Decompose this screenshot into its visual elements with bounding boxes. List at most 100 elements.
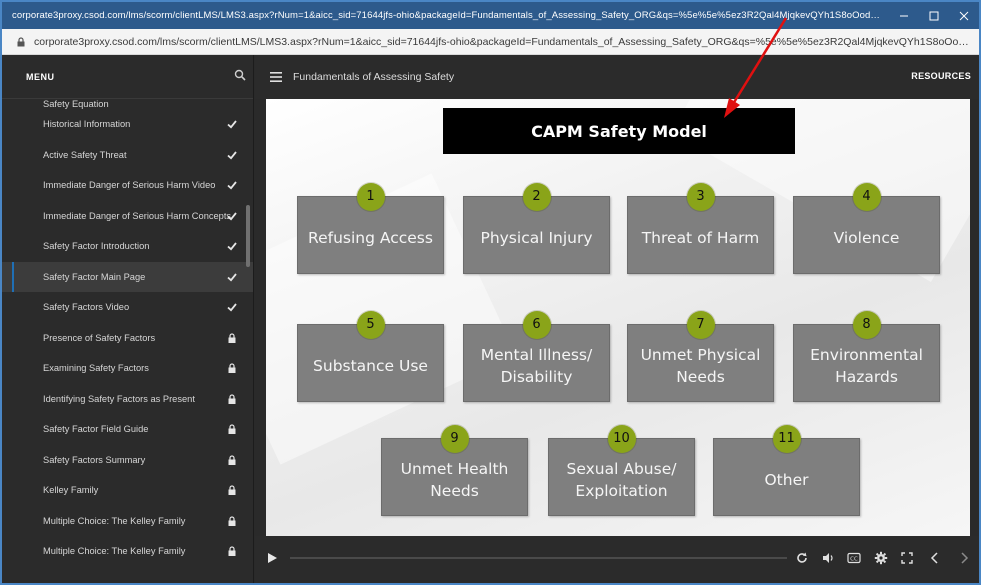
factor-number-badge: 7	[686, 311, 715, 339]
sidebar-header: MENU	[2, 55, 253, 99]
next-slide-icon[interactable]	[957, 551, 971, 565]
factor-number-badge: 11	[772, 425, 801, 453]
factor-number-badge: 1	[356, 183, 385, 211]
factor-label: Mental Illness/ Disability	[480, 346, 593, 386]
sidebar-item[interactable]: Examining Safety Factors	[2, 353, 253, 384]
factor-label: Other	[764, 471, 809, 489]
sidebar-item[interactable]: Active Safety Threat	[2, 140, 253, 171]
factor-label: Refusing Access	[308, 229, 433, 247]
safety-factor-card[interactable]: 10 Sexual Abuse/ Exploitation	[548, 425, 695, 516]
maximize-icon	[929, 11, 939, 20]
sidebar-item[interactable]: Immediate Danger of Serious Harm Concept…	[2, 201, 253, 232]
player-controls: CC	[255, 536, 979, 583]
checkmark-icon	[227, 151, 237, 160]
sidebar-item[interactable]: Immediate Danger of Serious Harm Video	[2, 170, 253, 201]
sidebar-item-label: Multiple Choice: The Kelley Family	[43, 515, 186, 526]
address-bar[interactable]: corporate3proxy.csod.com/lms/scorm/clien…	[2, 29, 979, 55]
safety-factor-card[interactable]: 2 Physical Injury	[463, 183, 610, 274]
menu-title: MENU	[26, 71, 55, 82]
search-icon[interactable]	[234, 69, 246, 81]
safety-factor-card[interactable]: 5 Substance Use	[297, 311, 444, 402]
sidebar-item[interactable]: Safety Factors Summary	[2, 445, 253, 476]
safety-factor-card[interactable]: 3 Threat of Harm	[627, 183, 774, 274]
sidebar-item[interactable]: Multiple Choice: The Kelley Family	[2, 506, 253, 537]
lock-icon	[228, 424, 236, 435]
previous-slide-icon[interactable]	[928, 551, 942, 565]
safety-factor-card[interactable]: 7 Unmet Physical Needs	[627, 311, 774, 402]
factor-number-badge: 2	[522, 183, 551, 211]
sidebar-item-label: Immediate Danger of Serious Harm Video	[43, 180, 216, 191]
sidebar-item[interactable]: Safety Factor Main Page	[2, 261, 253, 292]
lock-icon	[228, 455, 236, 465]
content-header: Fundamentals of Assessing Safety RESOURC…	[255, 55, 979, 99]
factor-label: Sexual Abuse/ Exploitation	[566, 460, 677, 500]
volume-icon[interactable]	[821, 551, 835, 565]
checkmark-icon	[227, 273, 237, 282]
factor-label: Environmental Hazards	[810, 346, 923, 386]
safety-factor-card[interactable]: 9 Unmet Health Needs	[381, 425, 528, 516]
factor-number-badge: 8	[852, 311, 881, 339]
factor-number-badge: 10	[607, 425, 636, 453]
checkmark-icon	[227, 120, 237, 129]
sidebar-item-label: Immediate Danger of Serious Harm Concept…	[43, 210, 232, 221]
sidebar-item[interactable]: Multiple Choice: The Kelley Family	[2, 536, 253, 567]
sidebar-item[interactable]: Kelley Family	[2, 475, 253, 506]
sidebar-item-label: Kelley Family	[43, 485, 99, 496]
checkmark-icon	[227, 242, 237, 251]
hamburger-menu-icon[interactable]	[270, 72, 282, 82]
sidebar-item[interactable]: Safety Factor Introduction	[2, 231, 253, 262]
sidebar-item[interactable]: Safety Factor Field Guide	[2, 414, 253, 445]
resources-button[interactable]: RESOURCES	[911, 71, 971, 81]
closed-captions-icon[interactable]: CC	[847, 551, 861, 565]
sidebar-item[interactable]: Safety Factors Video	[2, 292, 253, 323]
lock-icon	[228, 333, 236, 343]
lock-icon	[17, 36, 25, 46]
safety-factor-card[interactable]: 11 Other	[713, 425, 860, 516]
safety-factor-card[interactable]: 8 Environmental Hazards	[793, 311, 940, 402]
fullscreen-icon[interactable]	[900, 551, 914, 565]
lock-icon	[228, 394, 236, 404]
sidebar-item[interactable]: Safety Equation	[2, 99, 253, 109]
safety-factor-card[interactable]: 1 Refusing Access	[297, 183, 444, 274]
sidebar-item-label: Presence of Safety Factors	[43, 332, 156, 343]
sidebar-menu: MENU Safety Equation Historical Informati…	[2, 55, 254, 583]
sidebar-item[interactable]: Presence of Safety Factors	[2, 323, 253, 354]
settings-gear-icon[interactable]	[874, 551, 888, 565]
sidebar-item-label: Examining Safety Factors	[43, 363, 149, 374]
factor-label: Violence	[833, 229, 900, 247]
lock-icon	[228, 485, 236, 496]
sidebar-item-label: Safety Factors Summary	[43, 454, 146, 465]
sidebar-item[interactable]: Identifying Safety Factors as Present	[2, 384, 253, 415]
sidebar-item[interactable]: Historical Information	[2, 109, 253, 140]
progress-bar[interactable]	[290, 557, 787, 559]
checkmark-icon	[227, 212, 237, 221]
sidebar-scrollbar[interactable]	[246, 205, 250, 267]
window-title-bar: corporate3proxy.csod.com/lms/scorm/clien…	[2, 2, 979, 29]
lock-icon	[228, 546, 236, 557]
sidebar-item-label: Multiple Choice: The Kelley Family	[43, 546, 186, 557]
safety-factor-card[interactable]: 4 Violence	[793, 183, 940, 274]
factor-label: Threat of Harm	[641, 229, 760, 247]
close-icon	[959, 11, 969, 20]
minimize-button[interactable]	[889, 2, 919, 29]
lock-icon	[228, 516, 236, 526]
factor-label: Unmet Health Needs	[400, 460, 509, 500]
factor-label: Substance Use	[313, 357, 428, 375]
sidebar-item-label: Safety Factors Video	[43, 302, 130, 313]
slide-title: CAPM Safety Model	[443, 108, 795, 154]
browser-window: corporate3proxy.csod.com/lms/scorm/clien…	[0, 0, 981, 585]
close-button[interactable]	[949, 2, 979, 29]
course-title: Fundamentals of Assessing Safety	[293, 71, 455, 83]
sidebar-item-label: Historical Information	[43, 119, 131, 130]
safety-factor-card[interactable]: 6 Mental Illness/ Disability	[463, 311, 610, 402]
replay-icon[interactable]	[795, 551, 809, 565]
factor-number-badge: 3	[686, 183, 715, 211]
play-icon[interactable]	[265, 551, 279, 565]
url-text[interactable]: corporate3proxy.csod.com/lms/scorm/clien…	[34, 36, 974, 48]
sidebar-item-label: Identifying Safety Factors as Present	[43, 393, 195, 404]
maximize-button[interactable]	[919, 2, 949, 29]
sidebar-item-label: Safety Factor Introduction	[43, 241, 150, 252]
factor-number-badge: 6	[522, 311, 551, 339]
factor-label: Unmet Physical Needs	[640, 346, 761, 386]
sidebar-item-label: Safety Factor Main Page	[43, 271, 146, 282]
